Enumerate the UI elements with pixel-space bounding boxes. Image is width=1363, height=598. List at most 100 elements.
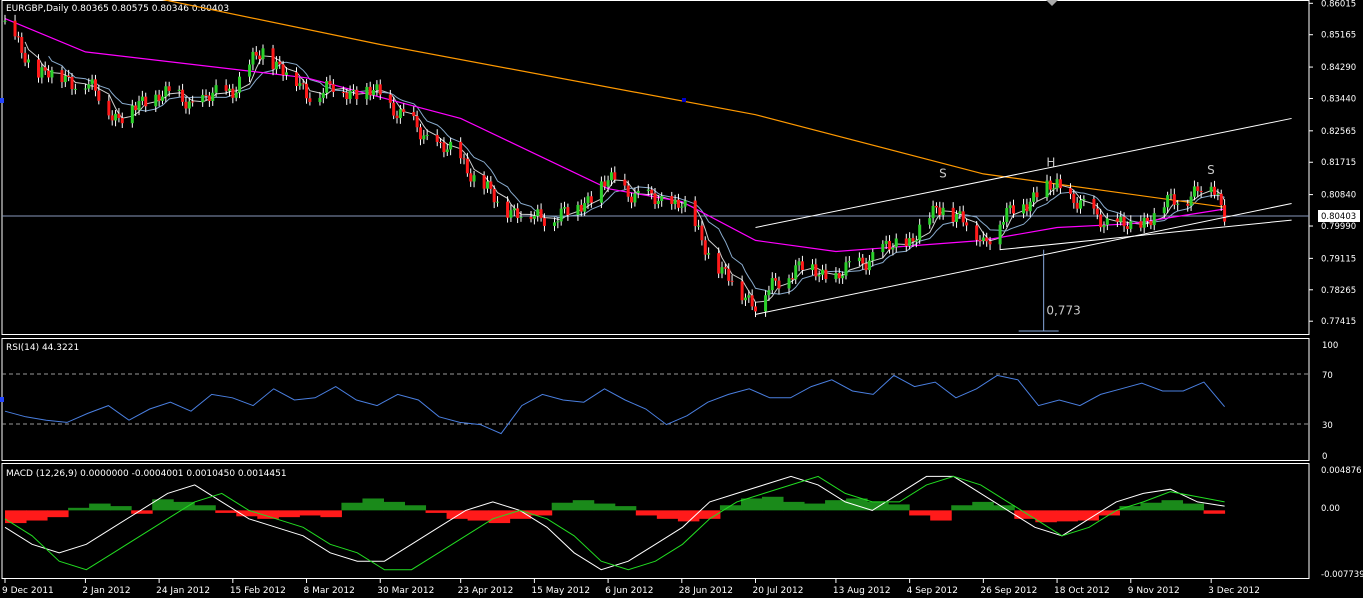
candle-body xyxy=(512,208,516,211)
candle-body xyxy=(422,135,426,140)
candle-body xyxy=(720,267,724,274)
candle-body xyxy=(961,211,965,223)
candle-body xyxy=(800,261,804,270)
candle-body xyxy=(794,265,798,280)
candle-body xyxy=(134,105,138,111)
candle-body xyxy=(1025,204,1029,212)
candle-body xyxy=(817,274,821,277)
candle-body xyxy=(439,141,443,143)
candle-body xyxy=(70,77,74,90)
candle-body xyxy=(3,20,7,22)
candle-body xyxy=(884,240,888,244)
candle-body xyxy=(181,89,185,102)
candle-body xyxy=(613,172,617,180)
candle-body xyxy=(1012,205,1016,214)
candle-body xyxy=(676,199,680,208)
candle-body xyxy=(331,84,335,92)
candle-body xyxy=(978,239,982,242)
candle-body xyxy=(1162,207,1166,214)
candle-body xyxy=(305,83,309,99)
macd-hist-bar xyxy=(257,510,279,519)
candle-body xyxy=(767,290,771,296)
candle-body xyxy=(693,200,697,227)
price-tick-label: 0.86015 xyxy=(1321,0,1356,9)
moving-averages xyxy=(4,0,1226,303)
candle-body xyxy=(1022,204,1026,214)
candle-body xyxy=(23,52,27,63)
candle-body xyxy=(1213,186,1217,195)
candle-body xyxy=(63,75,67,83)
candle-body xyxy=(576,204,580,215)
candle-body xyxy=(985,237,989,242)
macd-hist-bar xyxy=(68,507,90,511)
candle-body xyxy=(824,269,828,280)
candle-body xyxy=(1092,199,1096,209)
chart-canvas[interactable]: EURGBP,Daily 0.80365 0.80575 0.80346 0.8… xyxy=(0,0,1363,598)
candle-body xyxy=(348,91,352,100)
candle-body xyxy=(167,86,171,91)
candle-body xyxy=(492,188,496,203)
candle-body xyxy=(238,76,242,93)
time-tick-label: 2 Jan 2012 xyxy=(82,586,130,596)
candle-body xyxy=(67,75,71,78)
candle-body xyxy=(700,225,704,241)
candle-body xyxy=(355,89,359,100)
macd-tick-top: 0.004876 xyxy=(1321,466,1362,476)
candle-body xyxy=(50,70,54,78)
candle-body xyxy=(670,196,674,204)
macd-hist-bar xyxy=(656,510,679,519)
candle-body xyxy=(1192,186,1196,197)
macd-hist-bar xyxy=(299,510,321,516)
price-panel-title: EURGBP,Daily 0.80365 0.80575 0.80346 0.8… xyxy=(6,4,229,14)
candle-body xyxy=(673,199,677,204)
candle-body xyxy=(462,158,466,160)
macd-hist-bar xyxy=(930,510,952,521)
macd-hist-bar xyxy=(110,506,132,511)
ma-fast-line xyxy=(24,41,1226,303)
candle-body xyxy=(599,181,603,203)
candle-body xyxy=(1169,194,1173,196)
candle-body xyxy=(1005,207,1009,222)
candle-body xyxy=(90,79,94,85)
price-tick-label: 0.77415 xyxy=(1321,317,1356,327)
time-tick-label: 9 Dec 2011 xyxy=(2,586,54,596)
macd-hist-bar xyxy=(341,502,363,511)
rsi-tick-0: 0 xyxy=(1322,452,1327,462)
macd-hist-bar xyxy=(194,505,216,511)
candle-body xyxy=(904,238,908,247)
candles xyxy=(3,14,1227,318)
rsi-tick-30: 30 xyxy=(1322,421,1333,431)
candle-body xyxy=(378,84,382,95)
candle-body xyxy=(566,207,570,215)
macd-hist-bar xyxy=(320,510,342,518)
candle-body xyxy=(107,100,111,116)
macd-hist-bar xyxy=(551,502,574,511)
candle-body xyxy=(1176,203,1180,205)
rsi-line xyxy=(4,374,1225,435)
candle-body xyxy=(656,200,660,205)
candle-body xyxy=(1172,194,1176,205)
macd-hist-bar xyxy=(677,510,700,522)
candle-body xyxy=(489,181,493,189)
candle-body xyxy=(375,84,379,91)
price-tick-label: 0.81715 xyxy=(1321,158,1356,168)
candle-body xyxy=(697,225,701,227)
candle-body xyxy=(388,94,392,103)
candle-body xyxy=(40,67,44,78)
price-tick-label: 0.79115 xyxy=(1321,254,1356,264)
candle-body xyxy=(563,207,567,209)
candle-body xyxy=(496,201,500,203)
candle-body xyxy=(680,206,684,208)
candle-body xyxy=(747,295,751,298)
candle-body xyxy=(321,92,325,98)
candle-body xyxy=(485,181,489,189)
candle-body xyxy=(271,48,275,70)
candle-body xyxy=(345,92,349,100)
candle-body xyxy=(717,253,721,274)
macd-hist-bar xyxy=(1140,502,1163,511)
candle-body xyxy=(372,90,376,96)
candle-body xyxy=(1072,193,1076,203)
scroll-arrow-icon[interactable] xyxy=(1046,0,1058,6)
candle-body xyxy=(442,142,446,153)
time-tick-label: 30 Mar 2012 xyxy=(377,586,434,596)
